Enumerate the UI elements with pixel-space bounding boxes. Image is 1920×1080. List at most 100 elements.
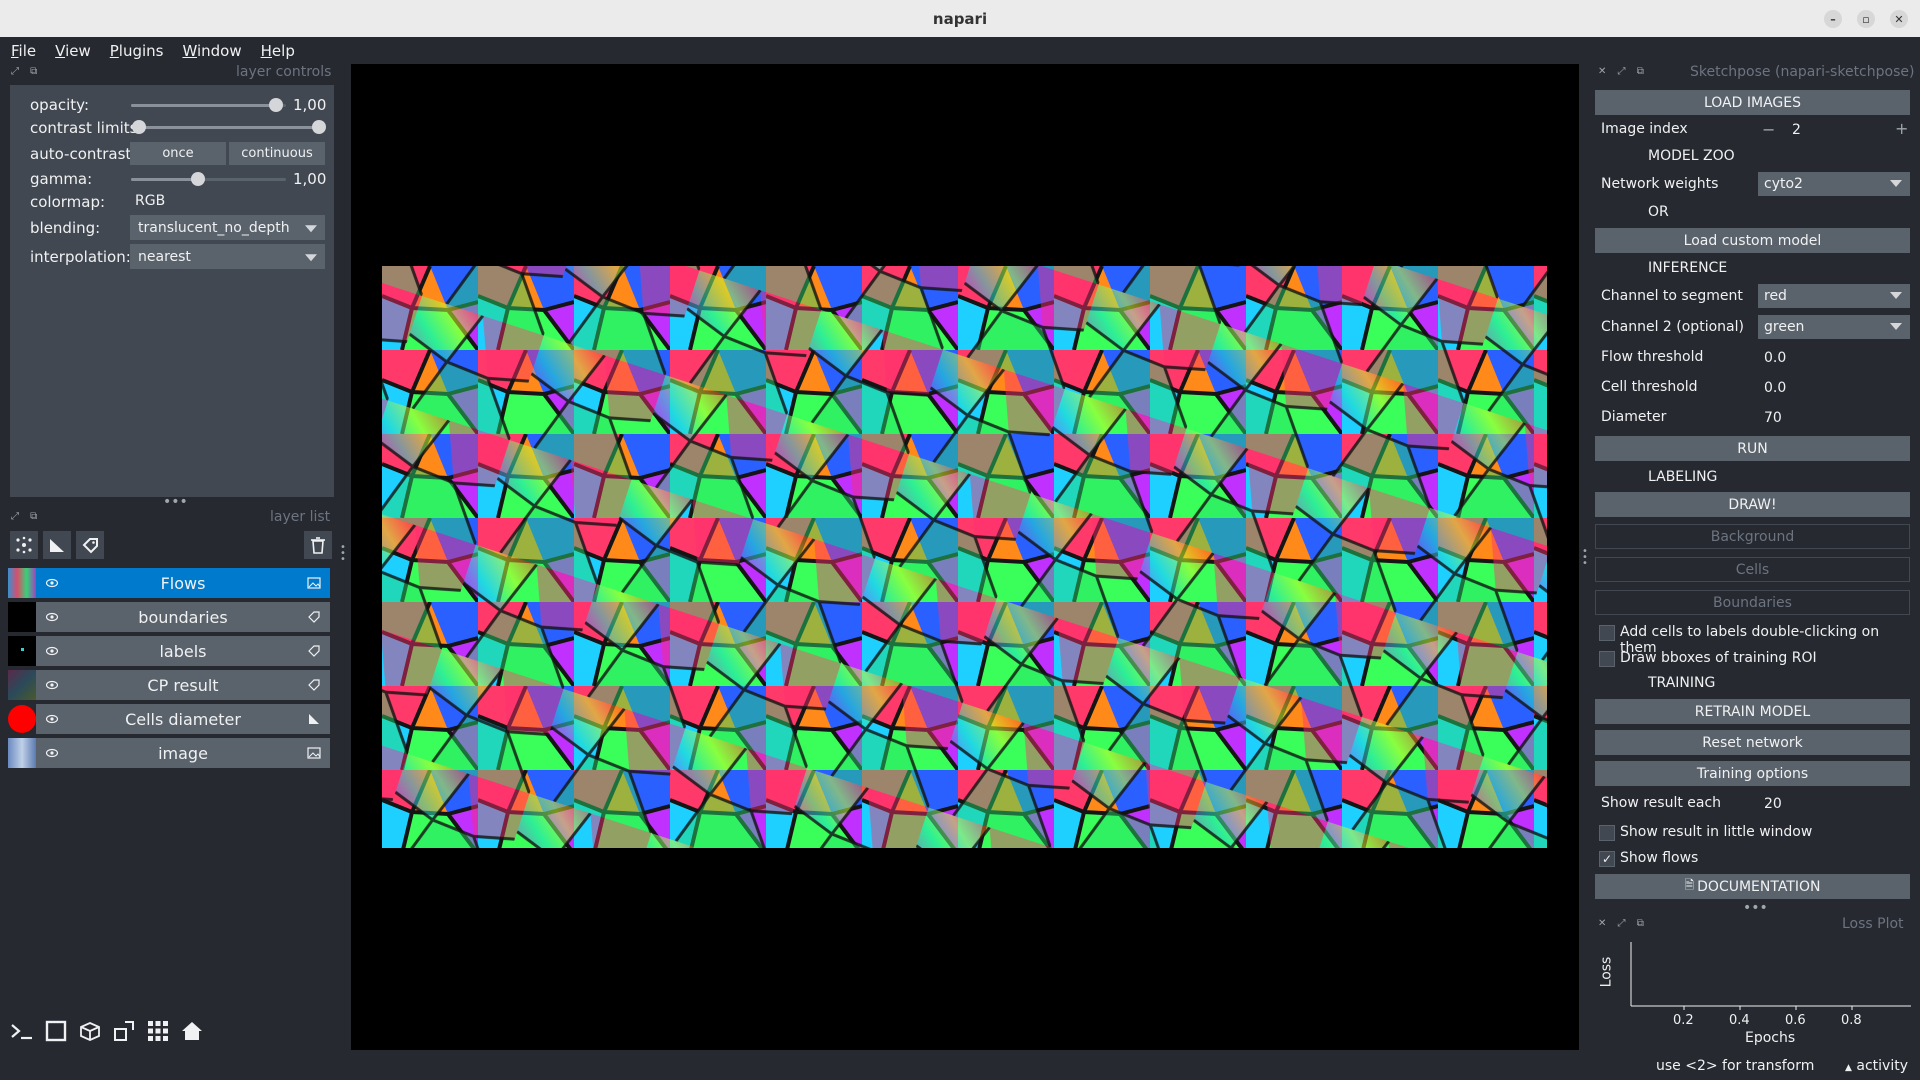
home-icon[interactable]: [179, 1018, 205, 1044]
show-flows-checkbox[interactable]: ✓: [1599, 851, 1615, 867]
show-result-each-input[interactable]: 20: [1758, 792, 1910, 816]
cell-threshold-input[interactable]: 0.0: [1758, 376, 1910, 400]
layer-item-cp-result[interactable]: CP result: [8, 670, 330, 700]
network-weights-dropdown[interactable]: cyto2: [1758, 172, 1910, 196]
layer-name[interactable]: image: [66, 744, 300, 763]
xtick-label: 0.2: [1673, 1013, 1694, 1028]
draw-button[interactable]: DRAW!: [1595, 492, 1910, 517]
layer-name[interactable]: labels: [66, 642, 300, 661]
reset-network-button[interactable]: Reset network: [1595, 730, 1910, 755]
new-labels-layer-button[interactable]: [76, 531, 104, 559]
delete-layer-button[interactable]: [304, 531, 332, 559]
cells-button[interactable]: Cells: [1595, 557, 1910, 582]
decrement-icon[interactable]: −: [1762, 120, 1775, 139]
layer-name[interactable]: boundaries: [66, 608, 300, 627]
flows-image-render: [382, 266, 1547, 848]
menu-help[interactable]: Help: [250, 42, 303, 60]
documentation-button[interactable]: 🗎 DOCUMENTATION: [1595, 874, 1910, 899]
diameter-input[interactable]: 70: [1758, 406, 1910, 430]
viewer-canvas[interactable]: [351, 64, 1579, 1050]
roll-dims-icon[interactable]: [77, 1018, 103, 1044]
window-title: napari: [932, 9, 988, 28]
layer-item-boundaries[interactable]: boundaries: [8, 602, 330, 632]
show-little-window-checkbox[interactable]: [1599, 825, 1615, 841]
flow-threshold-label: Flow threshold: [1601, 349, 1704, 365]
load-custom-model-button[interactable]: Load custom model: [1595, 228, 1910, 253]
console-icon[interactable]: [9, 1018, 35, 1044]
menu-view[interactable]: View: [44, 42, 99, 60]
retrain-model-button[interactable]: RETRAIN MODEL: [1595, 699, 1910, 724]
layer-item-image[interactable]: image: [8, 738, 330, 768]
eye-icon[interactable]: [46, 611, 58, 623]
splitter-handle-icon[interactable]: •••: [1743, 900, 1768, 916]
autocontrast-continuous-button[interactable]: continuous: [229, 142, 325, 165]
new-shapes-layer-button[interactable]: [43, 531, 71, 559]
dock-window-icons[interactable]: ✕ ⤢ ⧉: [1598, 66, 1648, 77]
load-images-button[interactable]: LOAD IMAGES: [1595, 90, 1910, 115]
layer-name[interactable]: Flows: [66, 574, 300, 593]
background-button[interactable]: Background: [1595, 524, 1910, 549]
dock-window-icons[interactable]: ✕ ⤢ ⧉: [1598, 918, 1648, 929]
blending-label: blending:: [30, 219, 101, 237]
square-ndisplay-icon[interactable]: [43, 1018, 69, 1044]
eye-icon[interactable]: [46, 713, 58, 725]
new-points-layer-button[interactable]: [10, 531, 38, 559]
menu-plugins[interactable]: Plugins: [99, 42, 172, 60]
interpolation-label: interpolation:: [30, 248, 131, 266]
image-index-spinbox[interactable]: − 2 +: [1758, 119, 1910, 143]
gamma-slider-handle[interactable]: [191, 172, 205, 186]
dock-splitter-icon[interactable]: • • •: [1582, 547, 1588, 569]
splitter-handle-icon[interactable]: •••: [163, 494, 188, 510]
layer-row-body[interactable]: boundaries: [36, 602, 330, 632]
menu-file[interactable]: File: [0, 42, 44, 60]
channel-segment-label: Channel to segment: [1601, 288, 1743, 304]
autocontrast-once-button[interactable]: once: [130, 142, 226, 165]
run-button[interactable]: RUN: [1595, 436, 1910, 461]
activity-button[interactable]: ▲ activity: [1845, 1058, 1908, 1074]
layer-name[interactable]: CP result: [66, 676, 300, 695]
transpose-icon[interactable]: [111, 1018, 137, 1044]
blending-dropdown[interactable]: translucent_no_depth: [130, 215, 325, 240]
image-index-value[interactable]: 2: [1792, 122, 1801, 138]
contrast-max-handle[interactable]: [312, 120, 326, 134]
eye-icon[interactable]: [46, 645, 58, 657]
boundaries-button[interactable]: Boundaries: [1595, 590, 1910, 615]
layer-row-body[interactable]: image: [36, 738, 330, 768]
dock-float-icons[interactable]: ⤢ ⧉: [11, 511, 41, 522]
interpolation-dropdown[interactable]: nearest: [130, 244, 325, 269]
layer-row-body[interactable]: Flows: [36, 568, 330, 598]
network-weights-label: Network weights: [1601, 176, 1719, 192]
maximize-icon[interactable]: ▫: [1857, 10, 1875, 28]
opacity-slider-handle[interactable]: [269, 98, 283, 112]
draw-bboxes-checkbox[interactable]: [1599, 651, 1615, 667]
layer-item-cells-diameter[interactable]: Cells diameter: [8, 704, 330, 734]
grid-icon[interactable]: [145, 1018, 171, 1044]
interpolation-value: nearest: [138, 248, 191, 265]
layer-row-body[interactable]: CP result: [36, 670, 330, 700]
dock-float-icons[interactable]: ⤢ ⧉: [11, 66, 41, 77]
layer-row-body[interactable]: Cells diameter: [36, 704, 330, 734]
layer-name[interactable]: Cells diameter: [66, 710, 300, 729]
labels-layer-icon: [308, 679, 320, 691]
layer-item-labels[interactable]: labels: [8, 636, 330, 666]
eye-icon[interactable]: [46, 747, 58, 759]
menu-window[interactable]: Window: [171, 42, 249, 60]
close-icon[interactable]: ✕: [1890, 10, 1908, 28]
layer-thumbnail: [8, 636, 36, 666]
channel2-dropdown[interactable]: green: [1758, 315, 1910, 339]
network-weights-value: cyto2: [1764, 176, 1803, 192]
eye-icon[interactable]: [46, 679, 58, 691]
increment-icon[interactable]: +: [1895, 119, 1908, 138]
contrast-limits-slider[interactable]: [139, 126, 319, 129]
gamma-slider-fill: [131, 178, 197, 181]
flow-threshold-input[interactable]: 0.0: [1758, 346, 1910, 370]
eye-icon[interactable]: [46, 577, 58, 589]
minimize-icon[interactable]: –: [1824, 10, 1842, 28]
dock-splitter-icon[interactable]: • • •: [340, 543, 346, 565]
training-options-button[interactable]: Training options: [1595, 761, 1910, 786]
channel-segment-dropdown[interactable]: red: [1758, 284, 1910, 308]
layer-row-body[interactable]: labels: [36, 636, 330, 666]
contrast-min-handle[interactable]: [132, 120, 146, 134]
add-cells-checkbox[interactable]: [1599, 625, 1615, 641]
layer-item-flows[interactable]: Flows: [8, 568, 330, 598]
